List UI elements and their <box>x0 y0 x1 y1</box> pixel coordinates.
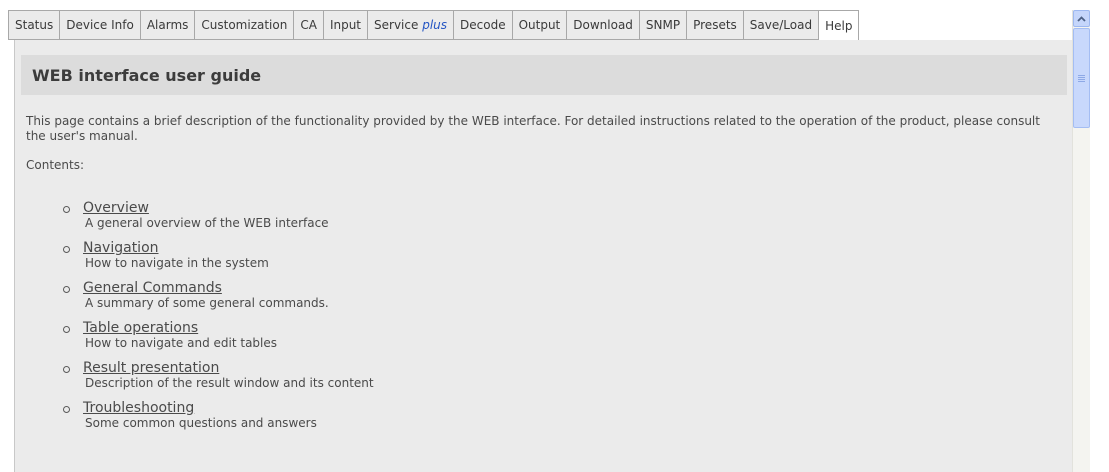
scroll-up-button[interactable] <box>1073 10 1090 27</box>
list-item: Table operations How to navigate and edi… <box>63 320 374 351</box>
tab-output[interactable]: Output <box>512 10 568 40</box>
tab-snmp[interactable]: SNMP <box>639 10 688 40</box>
tab-label: Help <box>825 18 853 33</box>
link-overview[interactable]: Overview <box>83 200 374 216</box>
tab-label: Save/Load <box>749 18 813 32</box>
intro-text: This page contains a brief description o… <box>26 114 1040 143</box>
tab-help[interactable]: Help <box>819 10 860 41</box>
contents-list: Overview A general overview of the WEB i… <box>63 200 374 440</box>
list-item: Result presentation Description of the r… <box>63 360 374 391</box>
tab-customization[interactable]: Customization <box>195 10 295 40</box>
tab-device-info[interactable]: Device Info <box>60 10 141 40</box>
help-window: Status Device Info Alarms Customization … <box>0 0 1109 472</box>
vertical-scrollbar[interactable] <box>1072 10 1090 472</box>
tab-alarms[interactable]: Alarms <box>140 10 196 40</box>
bullet-icon <box>63 286 70 293</box>
tab-ca[interactable]: CA <box>294 10 324 40</box>
link-troubleshooting[interactable]: Troubleshooting <box>83 400 374 416</box>
scroll-thumb[interactable] <box>1073 28 1090 128</box>
bullet-icon <box>63 326 70 333</box>
tab-label: Input <box>329 18 362 32</box>
tab-decode[interactable]: Decode <box>454 10 513 40</box>
list-item: General Commands A summary of some gener… <box>63 280 374 311</box>
tab-label: Device Info <box>66 18 134 32</box>
tab-download[interactable]: Download <box>567 10 640 40</box>
tab-label-plus: plus <box>422 18 448 32</box>
tab-save-load[interactable]: Save/Load <box>743 10 820 40</box>
page-title: WEB interface user guide <box>32 65 262 85</box>
grip-icon <box>1078 74 1085 83</box>
bullet-icon <box>63 406 70 413</box>
tab-label: Output <box>518 18 561 32</box>
tab-presets[interactable]: Presets <box>687 10 744 40</box>
bullet-icon <box>63 246 70 253</box>
page-title-bar: WEB interface user guide <box>21 55 1067 95</box>
tab-status[interactable]: Status <box>8 10 61 40</box>
link-description: How to navigate in the system <box>85 256 269 270</box>
bullet-icon <box>63 206 70 213</box>
link-description: Some common questions and answers <box>85 416 317 430</box>
tab-label: Download <box>573 18 633 32</box>
help-content: WEB interface user guide This page conta… <box>14 40 1073 472</box>
list-item: Troubleshooting Some common questions an… <box>63 400 374 431</box>
tab-label: Presets <box>693 18 737 32</box>
tab-label: CA <box>300 18 317 32</box>
chevron-up-icon <box>1077 15 1086 22</box>
link-description: How to navigate and edit tables <box>85 336 278 350</box>
tab-label: Service <box>374 18 419 32</box>
link-description: A general overview of the WEB interface <box>85 216 329 230</box>
contents-label: Contents: <box>26 158 85 172</box>
link-result-presentation[interactable]: Result presentation <box>83 360 374 376</box>
tab-label: SNMP <box>645 18 681 32</box>
link-description: A summary of some general commands. <box>85 296 329 310</box>
tab-bar: Status Device Info Alarms Customization … <box>8 10 860 41</box>
link-description: Description of the result window and its… <box>85 376 374 390</box>
tab-service-plus[interactable]: Service plus <box>368 10 455 40</box>
bullet-icon <box>63 366 70 373</box>
tab-label: Decode <box>460 18 506 32</box>
tab-label: Alarms <box>146 18 189 32</box>
tab-label: Status <box>15 18 54 32</box>
link-navigation[interactable]: Navigation <box>83 240 374 256</box>
list-item: Navigation How to navigate in the system <box>63 240 374 271</box>
tab-input[interactable]: Input <box>323 10 369 40</box>
link-general-commands[interactable]: General Commands <box>83 280 374 296</box>
list-item: Overview A general overview of the WEB i… <box>63 200 374 231</box>
tab-label: Customization <box>201 18 288 32</box>
link-table-operations[interactable]: Table operations <box>83 320 374 336</box>
